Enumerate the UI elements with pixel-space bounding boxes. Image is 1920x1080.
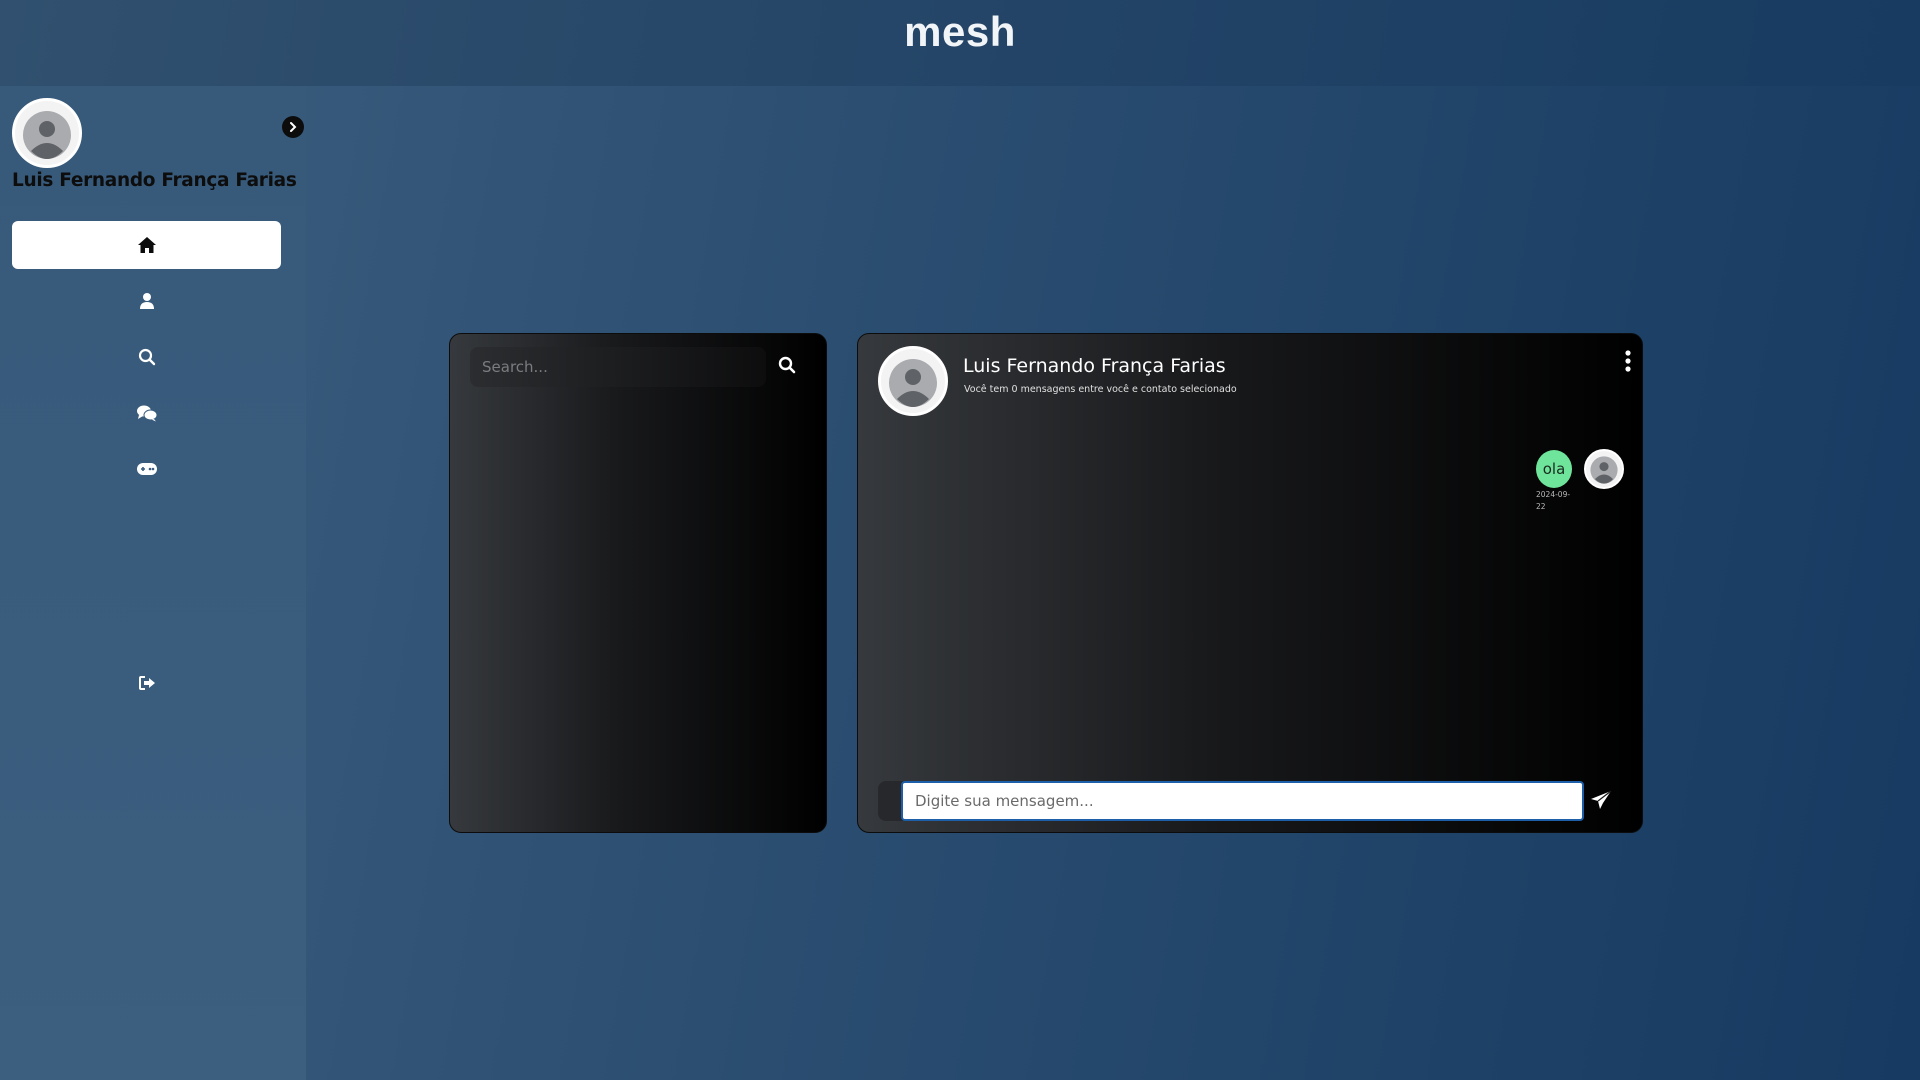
contacts-panel: Search...	[449, 333, 827, 833]
user-avatar-icon	[1590, 456, 1618, 484]
home-icon	[137, 237, 156, 253]
send-icon	[1591, 790, 1612, 809]
sidebar-item-profile[interactable]	[12, 277, 281, 325]
user-avatar[interactable]	[12, 98, 82, 168]
sidebar-toggle-button[interactable]	[282, 116, 304, 138]
search-placeholder: Search...	[482, 358, 548, 376]
message-input[interactable]	[901, 781, 1584, 821]
message-bubble: ola	[1536, 450, 1572, 488]
chat-subtitle: Você tem 0 mensagens entre você e contat…	[964, 384, 1237, 395]
search-button[interactable]	[778, 356, 800, 378]
sidebar-item-chats[interactable]	[12, 389, 281, 437]
user-avatar-icon	[23, 111, 71, 159]
gamepad-icon	[136, 463, 157, 475]
logout-icon	[138, 676, 155, 690]
send-button[interactable]	[1590, 790, 1614, 812]
user-name: Luis Fernando França Farias	[12, 170, 297, 191]
contact-avatar[interactable]	[878, 346, 948, 416]
message-avatar	[1584, 449, 1624, 489]
contact-name: Luis Fernando França Farias	[963, 355, 1226, 377]
search-input[interactable]: Search...	[470, 347, 766, 387]
user-icon	[139, 293, 154, 309]
search-icon	[138, 348, 155, 366]
sidebar: Luis Fernando França Farias	[0, 86, 306, 1080]
search-icon	[778, 356, 796, 374]
chevron-right-icon	[290, 122, 297, 132]
sidebar-item-logout[interactable]	[12, 659, 281, 707]
user-avatar-icon	[889, 359, 937, 407]
sidebar-item-search[interactable]	[12, 333, 281, 381]
sidebar-item-games[interactable]	[12, 445, 281, 493]
chat-panel: Luis Fernando França Farias Você tem 0 m…	[857, 333, 1643, 833]
message-date: 2024-09-22	[1536, 490, 1571, 511]
top-bar: mesh	[0, 0, 1920, 86]
chat-icon	[136, 405, 157, 422]
chat-menu-button[interactable]	[1624, 350, 1632, 372]
kebab-menu-icon	[1625, 350, 1631, 372]
app-brand: mesh	[904, 8, 1016, 55]
sidebar-item-home[interactable]	[12, 221, 281, 269]
